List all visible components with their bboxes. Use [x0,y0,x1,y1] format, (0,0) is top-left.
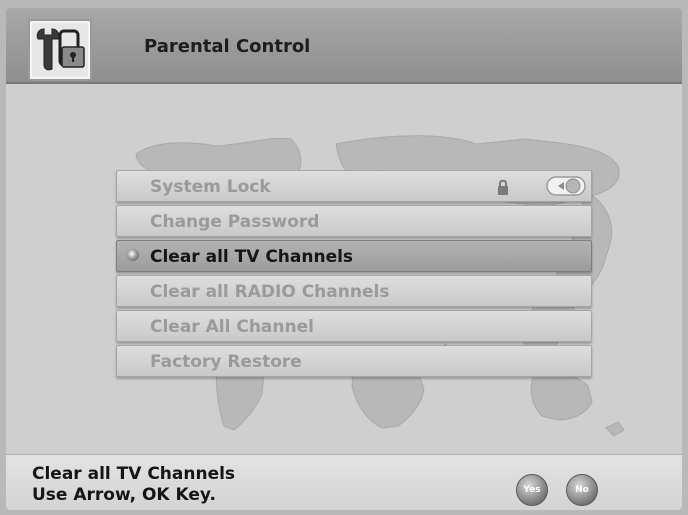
menu-item-clear-all-channel[interactable]: Clear All Channel [116,310,592,342]
screen: Parental Control System Lock Change Pass… [6,8,682,510]
menu-item-label: Factory Restore [150,352,302,372]
help-footer: Clear all TV Channels Use Arrow, OK Key.… [6,454,682,510]
menu-item-label: Clear all TV Channels [150,247,354,267]
no-button[interactable]: No [566,474,598,506]
menu-item-factory-restore[interactable]: Factory Restore [116,345,592,377]
help-title: Clear all TV Channels [32,464,236,484]
page-title: Parental Control [144,36,311,57]
menu-item-system-lock[interactable]: System Lock [116,170,592,202]
menu-item-change-password[interactable]: Change Password [116,205,592,237]
menu-item-clear-tv-channels[interactable]: Clear all TV Channels [116,240,592,272]
menu-item-label: Clear all RADIO Channels [150,282,390,302]
header-bar: Parental Control [6,8,682,84]
selection-bullet-icon [127,249,139,261]
toggle-switch-icon[interactable] [546,175,586,197]
menu-item-label: Change Password [150,212,320,232]
yes-button[interactable]: Yes [516,474,548,506]
parental-control-menu: System Lock Change Password Clear all TV… [116,170,592,380]
menu-item-label: Clear All Channel [150,317,314,337]
settings-lock-icon [28,19,92,81]
lock-icon [498,179,508,195]
help-instructions: Use Arrow, OK Key. [32,485,216,505]
menu-item-label: System Lock [150,177,271,197]
menu-item-clear-radio-channels[interactable]: Clear all RADIO Channels [116,275,592,307]
